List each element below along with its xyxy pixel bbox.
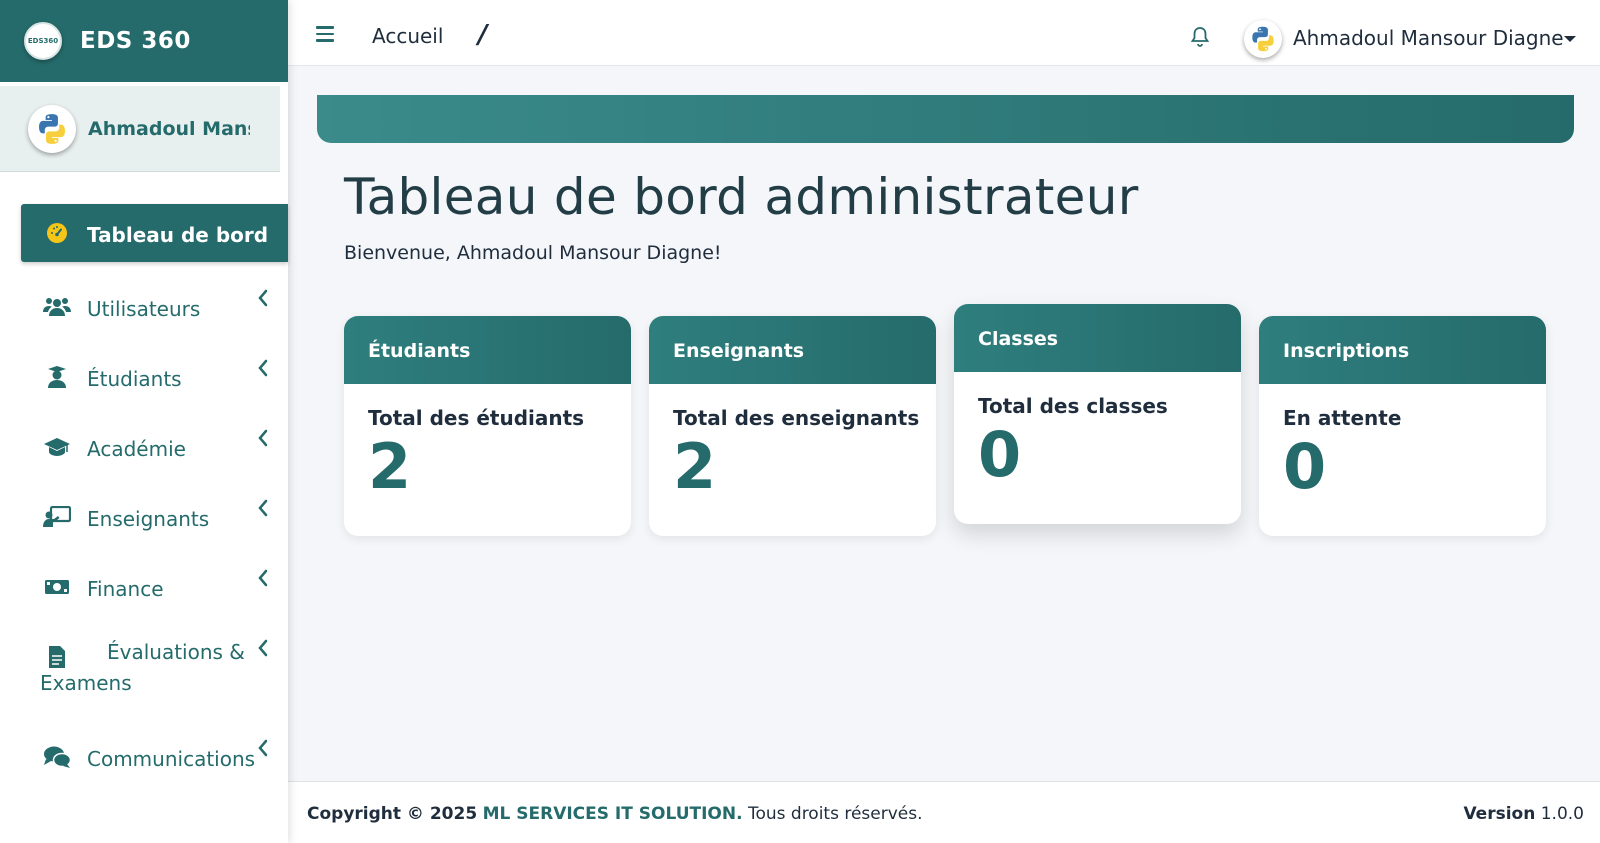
sidebar: EDS360 EDS 360 Ahmadoul Mansour Diagne T… [0, 0, 288, 843]
footer-copyright: Copyright © 2025 ML SERVICES IT SOLUTION… [307, 804, 923, 824]
copyright-prefix: Copyright © 2025 [307, 804, 478, 824]
card-title: Enseignants [649, 316, 936, 384]
caret-down-icon[interactable] [1564, 36, 1576, 42]
sidebar-user-name: Ahmadoul Mansour Diagne [88, 117, 250, 140]
sidebar-item-label: Finance [87, 577, 164, 601]
sidebar-item-label-line2: Examens [40, 671, 132, 695]
sidebar-item-evaluations[interactable]: Évaluations & Examens [21, 624, 288, 724]
card-title: Inscriptions [1259, 316, 1546, 384]
sidebar-item-label: Enseignants [87, 507, 210, 531]
bell-icon[interactable] [1190, 26, 1210, 48]
header-banner [317, 95, 1574, 143]
sidebar-item-label: Tableau de bord [87, 223, 269, 247]
sidebar-item-label: Communications [87, 747, 256, 771]
version-label: Version [1463, 804, 1536, 824]
chevron-left-icon [258, 429, 268, 447]
chevron-left-icon [258, 639, 268, 657]
card-enrollments[interactable]: Inscriptions En attente 0 [1259, 316, 1546, 536]
sidebar-item-label: Académie [87, 437, 186, 461]
company-link[interactable]: ML SERVICES IT SOLUTION. [483, 804, 743, 824]
graduation-cap-icon [43, 434, 71, 460]
tachometer-icon [43, 220, 71, 246]
breadcrumb-separator: / [478, 20, 488, 50]
sidebar-item-communications[interactable]: Communications [21, 724, 288, 794]
money-icon [43, 574, 71, 600]
user-dropdown[interactable]: Ahmadoul Mansour Diagne [1293, 26, 1564, 50]
sidebar-item-students[interactable]: Étudiants [21, 344, 288, 414]
file-icon [43, 644, 71, 670]
top-navbar: Accueil / Ahmadoul Mansour Diagne [288, 0, 1600, 66]
card-classes[interactable]: Classes Total des classes 0 [954, 304, 1241, 524]
chevron-left-icon [258, 569, 268, 587]
brand-logo: EDS360 [24, 22, 62, 60]
page-title: Tableau de bord administrateur [344, 168, 1139, 226]
users-icon [43, 294, 71, 320]
card-students[interactable]: Étudiants Total des étudiants 2 [344, 316, 631, 536]
card-title: Classes [954, 304, 1241, 372]
sidebar-item-label: Évaluations & [107, 640, 245, 664]
chevron-left-icon [258, 499, 268, 517]
footer: Copyright © 2025 ML SERVICES IT SOLUTION… [288, 781, 1600, 843]
card-label: Total des classes [978, 394, 1168, 418]
breadcrumb-home[interactable]: Accueil [372, 24, 443, 48]
chevron-left-icon [258, 289, 268, 307]
rights-text: Tous droits réservés. [747, 804, 923, 824]
sidebar-item-label: Utilisateurs [87, 297, 201, 321]
card-value: 0 [1283, 430, 1327, 503]
card-label: Total des étudiants [368, 406, 585, 430]
sidebar-item-label: Étudiants [87, 367, 182, 391]
welcome-message: Bienvenue, Ahmadoul Mansour Diagne! [344, 242, 722, 264]
chevron-left-icon [258, 359, 268, 377]
brand[interactable]: EDS360 EDS 360 [0, 0, 288, 82]
brand-name: EDS 360 [80, 28, 191, 54]
card-value: 0 [978, 418, 1022, 491]
card-label: Total des enseignants [673, 406, 920, 430]
sidebar-menu: Tableau de bord Utilisateurs Étudiants A… [21, 204, 288, 794]
card-value: 2 [368, 430, 412, 503]
sidebar-user-panel[interactable]: Ahmadoul Mansour Diagne [0, 86, 280, 172]
teacher-icon [43, 504, 71, 530]
card-value: 2 [673, 430, 717, 503]
python-avatar-icon [28, 104, 76, 153]
hamburger-menu-icon[interactable] [316, 26, 334, 42]
card-label: En attente [1283, 406, 1402, 430]
footer-version: Version 1.0.0 [1463, 804, 1584, 824]
sidebar-item-users[interactable]: Utilisateurs [21, 274, 288, 344]
sidebar-item-teachers[interactable]: Enseignants [21, 484, 288, 554]
card-teachers[interactable]: Enseignants Total des enseignants 2 [649, 316, 936, 536]
sidebar-item-finance[interactable]: Finance [21, 554, 288, 624]
chevron-left-icon [258, 739, 268, 757]
student-icon [43, 364, 71, 390]
sidebar-item-dashboard[interactable]: Tableau de bord [21, 204, 288, 262]
version-number: 1.0.0 [1540, 804, 1584, 824]
sidebar-item-academy[interactable]: Académie [21, 414, 288, 484]
python-avatar-icon[interactable] [1244, 20, 1282, 58]
card-title: Étudiants [344, 316, 631, 384]
comments-icon [43, 744, 71, 770]
